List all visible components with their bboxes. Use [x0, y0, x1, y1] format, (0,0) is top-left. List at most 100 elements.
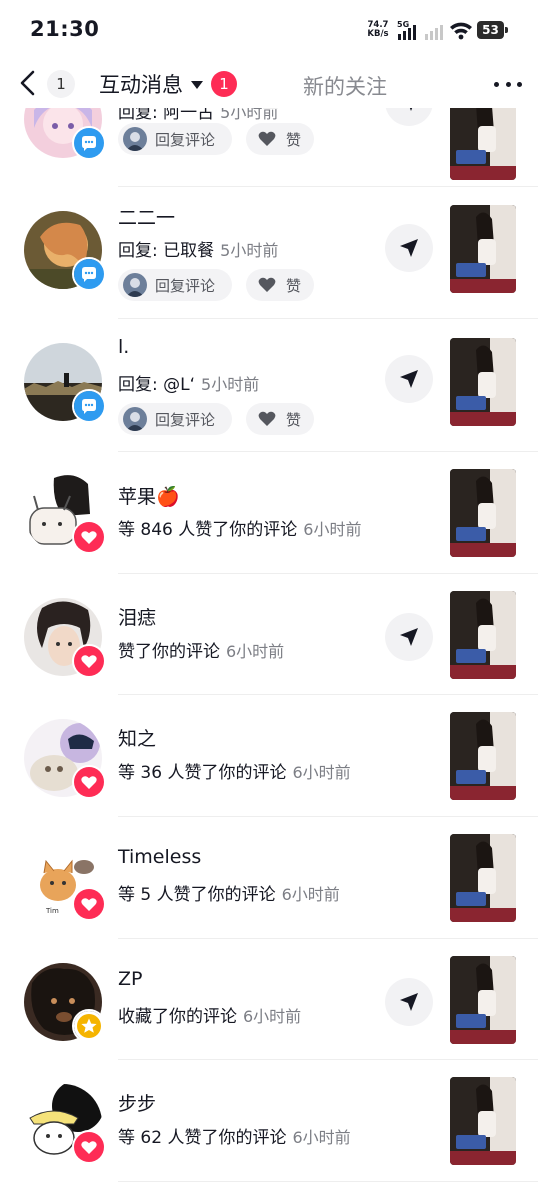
more-icon[interactable]	[494, 78, 522, 90]
back-button[interactable]	[14, 66, 44, 100]
send-reply-button[interactable]	[385, 355, 433, 403]
back-arrow-icon	[20, 70, 35, 96]
video-thumbnail[interactable]	[450, 338, 516, 426]
svg-text:Tim: Tim	[45, 907, 59, 915]
send-reply-button[interactable]	[385, 978, 433, 1026]
my-avatar-icon	[123, 273, 147, 297]
like-badge-icon	[72, 1130, 106, 1164]
message-text: 收藏了你的评论	[118, 1007, 237, 1027]
message-text: 回复: @L‘	[118, 375, 196, 395]
message-time: 6小时前	[303, 520, 362, 539]
title-unread-badge: 1	[211, 71, 237, 97]
page-title: 互动消息	[99, 73, 183, 97]
list-item[interactable]: 苹果🍎 等 846 人赞了你的评论 6小时前	[0, 452, 538, 574]
message-time: 5小时前	[220, 108, 279, 122]
video-thumbnail[interactable]	[450, 108, 516, 180]
message-text: 等 5 人赞了你的评论	[118, 885, 276, 905]
list-item[interactable]: Tim Timeless 等 5 人赞了你的评论 6小时前	[0, 817, 538, 939]
list-item[interactable]: l. 回复: @L‘ 5小时前 回复评论 赞	[0, 319, 538, 452]
like-label: 赞	[286, 130, 302, 149]
wifi-icon	[449, 20, 473, 40]
send-reply-button[interactable]	[385, 224, 433, 272]
reply-comment-button[interactable]: 回复评论	[118, 269, 232, 301]
my-avatar-icon	[123, 127, 147, 151]
status-time: 21:30	[30, 17, 100, 41]
list-item[interactable]: 二二一 回复: 已取餐 5小时前 回复评论 赞	[0, 187, 538, 319]
reply-comment-button[interactable]: 回复评论	[118, 123, 232, 155]
reply-comment-button[interactable]: 回复评论	[118, 403, 232, 435]
notification-list: 回复: 阿一古 5小时前 回复评论 赞 二二一 回复: 已取餐 5小时前 回复评论	[0, 108, 538, 1200]
row-divider	[118, 1181, 538, 1182]
send-icon	[409, 108, 413, 111]
notification-message: 回复: 已取餐 5小时前	[118, 236, 278, 261]
like-button[interactable]: 赞	[246, 269, 314, 301]
user-name[interactable]: 苹果🍎	[118, 482, 180, 509]
user-name[interactable]: 知之	[118, 724, 156, 751]
notification-message: 等 846 人赞了你的评论 6小时前	[118, 515, 361, 540]
list-item[interactable]: 回复: 阿一古 5小时前 回复评论 赞	[0, 108, 538, 187]
like-badge-icon	[72, 765, 106, 799]
notification-message: 赞了你的评论 6小时前	[118, 637, 284, 662]
list-item[interactable]: 泪痣 赞了你的评论 6小时前	[0, 574, 538, 695]
like-button[interactable]: 赞	[246, 403, 314, 435]
video-thumbnail[interactable]	[450, 834, 516, 922]
signal-secondary-icon	[424, 22, 446, 40]
message-time: 6小时前	[292, 1128, 351, 1147]
message-text: 回复: 阿一古	[118, 108, 215, 123]
send-icon	[400, 993, 418, 1011]
comment-badge-icon	[72, 126, 106, 160]
user-name[interactable]: Timeless	[118, 846, 201, 868]
heart-icon	[258, 277, 276, 292]
notification-message: 等 5 人赞了你的评论 6小时前	[118, 880, 340, 905]
notification-message: 等 36 人赞了你的评论 6小时前	[118, 758, 351, 783]
send-icon	[400, 239, 418, 257]
reply-comment-label: 回复评论	[155, 410, 216, 429]
notification-message: 等 62 人赞了你的评论 6小时前	[118, 1123, 351, 1148]
video-thumbnail[interactable]	[450, 1077, 516, 1165]
like-badge-icon	[72, 887, 106, 921]
like-label: 赞	[286, 276, 302, 295]
message-text: 等 62 人赞了你的评论	[118, 1128, 287, 1148]
like-button[interactable]: 赞	[246, 123, 314, 155]
like-badge-icon	[72, 644, 106, 678]
message-time: 6小时前	[281, 885, 340, 904]
user-name[interactable]: 二二一	[118, 203, 175, 230]
title-dropdown[interactable]: 互动消息 1	[99, 68, 237, 100]
message-time: 5小时前	[220, 241, 279, 260]
list-item[interactable]: 知之 等 36 人赞了你的评论 6小时前	[0, 695, 538, 817]
notification-message: 收藏了你的评论 6小时前	[118, 1002, 301, 1027]
video-thumbnail[interactable]	[450, 712, 516, 800]
list-item[interactable]: 步步 等 62 人赞了你的评论 6小时前	[0, 1060, 538, 1182]
tab-new-followers[interactable]: 新的关注	[303, 71, 387, 101]
notification-message: 回复: @L‘ 5小时前	[118, 370, 259, 395]
user-name[interactable]: l.	[118, 336, 129, 358]
video-thumbnail[interactable]	[450, 956, 516, 1044]
like-label: 赞	[286, 410, 302, 429]
message-text: 等 846 人赞了你的评论	[118, 520, 298, 540]
unread-count-badge[interactable]: 1	[47, 70, 75, 98]
network-speed: 74.7 KB/s	[364, 21, 392, 39]
message-time: 6小时前	[292, 763, 351, 782]
user-name[interactable]: ZP	[118, 968, 142, 990]
video-thumbnail[interactable]	[450, 591, 516, 679]
message-time: 5小时前	[201, 375, 260, 394]
message-text: 回复: 已取餐	[118, 241, 215, 261]
user-name[interactable]: 步步	[118, 1089, 156, 1116]
comment-badge-icon	[72, 389, 106, 423]
send-reply-button[interactable]	[385, 613, 433, 661]
like-badge-icon	[72, 520, 106, 554]
video-thumbnail[interactable]	[450, 205, 516, 293]
network-speed-unit: KB/s	[367, 29, 389, 39]
send-icon	[400, 628, 418, 646]
send-reply-button[interactable]	[385, 108, 433, 126]
heart-icon	[258, 131, 276, 146]
comment-badge-icon	[72, 257, 106, 291]
reply-comment-label: 回复评论	[155, 276, 216, 295]
list-item[interactable]: ZP 收藏了你的评论 6小时前	[0, 939, 538, 1060]
video-thumbnail[interactable]	[450, 469, 516, 557]
status-bar: 21:30 74.7 KB/s 5G 53	[0, 0, 538, 60]
send-icon	[400, 370, 418, 388]
user-name[interactable]: 泪痣	[118, 603, 156, 630]
message-text: 等 36 人赞了你的评论	[118, 763, 287, 783]
message-text: 赞了你的评论	[118, 642, 220, 662]
